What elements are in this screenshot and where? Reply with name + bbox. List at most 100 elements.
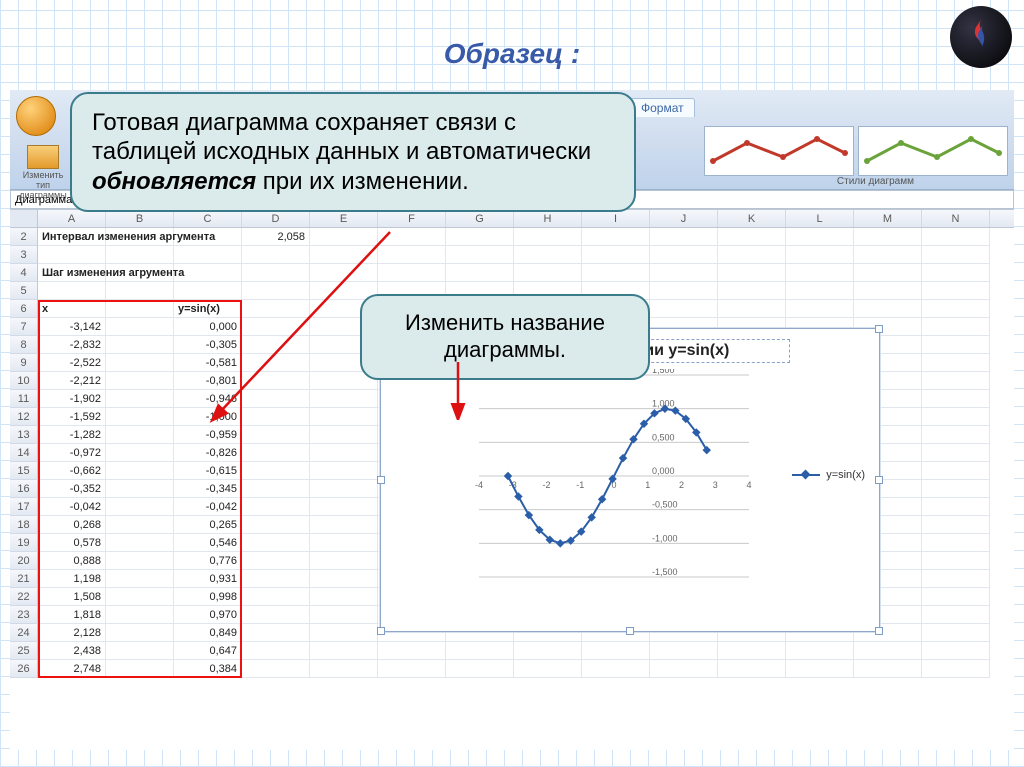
- cell[interactable]: [922, 372, 990, 390]
- cell[interactable]: -1,282: [38, 426, 106, 444]
- row-header[interactable]: 25: [10, 642, 38, 660]
- row-header[interactable]: 6: [10, 300, 38, 318]
- cell[interactable]: -0,352: [38, 480, 106, 498]
- cell[interactable]: [106, 282, 174, 300]
- cell[interactable]: [922, 660, 990, 678]
- row-header[interactable]: 14: [10, 444, 38, 462]
- cell[interactable]: [922, 300, 990, 318]
- cell[interactable]: [786, 246, 854, 264]
- cell[interactable]: [650, 300, 718, 318]
- cell[interactable]: [718, 264, 786, 282]
- cell[interactable]: [922, 570, 990, 588]
- cell[interactable]: [854, 300, 922, 318]
- cell[interactable]: Интервал изменения аргумента: [38, 228, 106, 246]
- cell[interactable]: [650, 264, 718, 282]
- row-header[interactable]: 11: [10, 390, 38, 408]
- cell[interactable]: [106, 480, 174, 498]
- column-header[interactable]: E: [310, 210, 378, 227]
- cell[interactable]: [242, 534, 310, 552]
- row-header[interactable]: 2: [10, 228, 38, 246]
- cell[interactable]: [786, 282, 854, 300]
- cell[interactable]: -2,522: [38, 354, 106, 372]
- cell[interactable]: [310, 408, 378, 426]
- resize-handle[interactable]: [377, 627, 385, 635]
- column-header[interactable]: C: [174, 210, 242, 227]
- cell[interactable]: [378, 246, 446, 264]
- cell[interactable]: [718, 228, 786, 246]
- cell[interactable]: [922, 642, 990, 660]
- cell[interactable]: [582, 264, 650, 282]
- cell[interactable]: [242, 300, 310, 318]
- cell[interactable]: -2,212: [38, 372, 106, 390]
- cell[interactable]: -1,592: [38, 408, 106, 426]
- cell[interactable]: [242, 606, 310, 624]
- column-header[interactable]: H: [514, 210, 582, 227]
- cell[interactable]: [446, 264, 514, 282]
- cell[interactable]: [106, 624, 174, 642]
- cell[interactable]: [718, 660, 786, 678]
- cell[interactable]: -0,345: [174, 480, 242, 498]
- cell[interactable]: [242, 264, 310, 282]
- cell[interactable]: [242, 498, 310, 516]
- cell[interactable]: -0,801: [174, 372, 242, 390]
- cell[interactable]: -0,615: [174, 462, 242, 480]
- cell[interactable]: [922, 390, 990, 408]
- cell[interactable]: [310, 498, 378, 516]
- cell[interactable]: -0,959: [174, 426, 242, 444]
- cell[interactable]: [106, 498, 174, 516]
- cell[interactable]: [582, 228, 650, 246]
- cell[interactable]: [922, 264, 990, 282]
- cell[interactable]: [922, 624, 990, 642]
- worksheet-grid[interactable]: ABCDEFGHIJKLMN 2Интервал изменения аргум…: [10, 210, 1014, 750]
- row-header[interactable]: 20: [10, 552, 38, 570]
- cell[interactable]: [106, 642, 174, 660]
- cell[interactable]: 2,438: [38, 642, 106, 660]
- cell[interactable]: [786, 642, 854, 660]
- cell[interactable]: [922, 480, 990, 498]
- cell[interactable]: [38, 282, 106, 300]
- cell[interactable]: [854, 264, 922, 282]
- cell[interactable]: [174, 246, 242, 264]
- select-all-cell[interactable]: [10, 210, 38, 227]
- cell[interactable]: [310, 426, 378, 444]
- cell[interactable]: [922, 534, 990, 552]
- cell[interactable]: [378, 642, 446, 660]
- cell[interactable]: 0,776: [174, 552, 242, 570]
- cell[interactable]: [242, 336, 310, 354]
- cell[interactable]: [922, 228, 990, 246]
- cell[interactable]: [310, 246, 378, 264]
- cell[interactable]: [310, 462, 378, 480]
- cell[interactable]: 1,198: [38, 570, 106, 588]
- cell[interactable]: [106, 570, 174, 588]
- cell[interactable]: [446, 642, 514, 660]
- cell[interactable]: [922, 588, 990, 606]
- cell[interactable]: [106, 552, 174, 570]
- cell[interactable]: [922, 606, 990, 624]
- cell[interactable]: [106, 444, 174, 462]
- cell[interactable]: 2,058: [242, 228, 310, 246]
- column-header[interactable]: A: [38, 210, 106, 227]
- column-header[interactable]: D: [242, 210, 310, 227]
- cell[interactable]: [582, 660, 650, 678]
- row-header[interactable]: 22: [10, 588, 38, 606]
- row-header[interactable]: 19: [10, 534, 38, 552]
- resize-handle[interactable]: [626, 627, 634, 635]
- cell[interactable]: [242, 552, 310, 570]
- cell[interactable]: [242, 624, 310, 642]
- column-header[interactable]: K: [718, 210, 786, 227]
- row-header[interactable]: 7: [10, 318, 38, 336]
- cell[interactable]: -0,826: [174, 444, 242, 462]
- resize-handle[interactable]: [875, 476, 883, 484]
- cell[interactable]: [310, 228, 378, 246]
- column-header[interactable]: L: [786, 210, 854, 227]
- cell[interactable]: [242, 372, 310, 390]
- row-header[interactable]: 5: [10, 282, 38, 300]
- cell[interactable]: [922, 246, 990, 264]
- chart-style-option-1[interactable]: [704, 126, 854, 176]
- cell[interactable]: [310, 516, 378, 534]
- cell[interactable]: [922, 408, 990, 426]
- cell[interactable]: [106, 426, 174, 444]
- column-header[interactable]: I: [582, 210, 650, 227]
- cell[interactable]: [650, 282, 718, 300]
- row-header[interactable]: 15: [10, 462, 38, 480]
